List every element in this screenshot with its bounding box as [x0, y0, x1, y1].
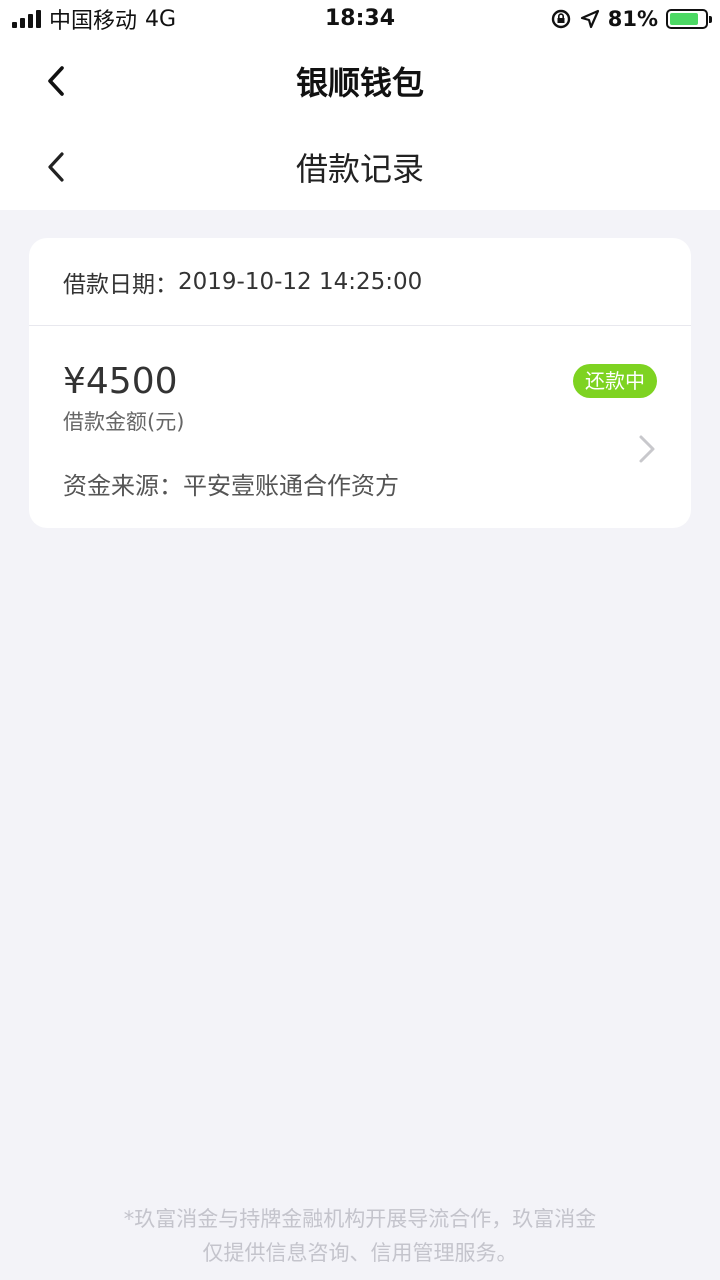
header-area: 中国移动 4G 18:34 81% 银顺钱包 借款记录 [0, 0, 720, 210]
fund-source: 资金来源：平安壹账通合作资方 [63, 466, 657, 501]
page-title: 借款记录 [295, 150, 424, 188]
fund-source-label: 资金来源： [63, 472, 183, 500]
loan-amount-label: 借款金额(元) [63, 410, 185, 434]
fund-source-value: 平安壹账通合作资方 [183, 472, 399, 500]
loan-amount: ¥4500 [63, 361, 178, 402]
page-back-button[interactable] [36, 147, 76, 187]
carrier-name: 中国移动 [49, 9, 138, 34]
orientation-lock-icon [551, 9, 570, 29]
disclaimer-line-2: 仅提供信息咨询、信用管理服务。 [202, 1241, 518, 1265]
app-title: 银顺钱包 [295, 64, 424, 102]
loan-record-card[interactable]: 借款日期： 2019-10-12 14:25:00 ¥4500 借款金额(元) … [29, 238, 691, 528]
loan-date-label: 借款日期： [63, 271, 178, 298]
chevron-left-icon [48, 152, 64, 182]
chevron-right-icon[interactable] [635, 434, 659, 464]
loan-detail: ¥4500 借款金额(元) 资金来源：平安壹账通合作资方 还款中 [29, 326, 691, 501]
loan-date-row: 借款日期： 2019-10-12 14:25:00 [29, 238, 691, 326]
status-right: 81% [550, 7, 712, 31]
signal-icon [12, 10, 41, 28]
battery-fill [670, 13, 698, 25]
battery-percent: 81% [607, 7, 658, 31]
app-nav-bar: 银顺钱包 [0, 38, 720, 124]
disclaimer: *玖富消金与持牌金融机构开展导流合作，玖富消金 仅提供信息咨询、信用管理服务。 [0, 1202, 720, 1270]
battery-icon [666, 9, 712, 29]
status-bar: 中国移动 4G 18:34 81% [0, 0, 720, 38]
network-type: 4G [145, 6, 177, 32]
location-icon [580, 9, 599, 29]
status-left: 中国移动 4G [12, 3, 176, 35]
page-nav-bar: 借款记录 [0, 124, 720, 210]
chevron-left-icon [48, 66, 64, 96]
loan-date-value: 2019-10-12 14:25:00 [178, 268, 423, 295]
status-badge: 还款中 [573, 364, 657, 398]
disclaimer-line-1: *玖富消金与持牌金融机构开展导流合作，玖富消金 [123, 1207, 597, 1231]
app-back-button[interactable] [36, 61, 76, 101]
